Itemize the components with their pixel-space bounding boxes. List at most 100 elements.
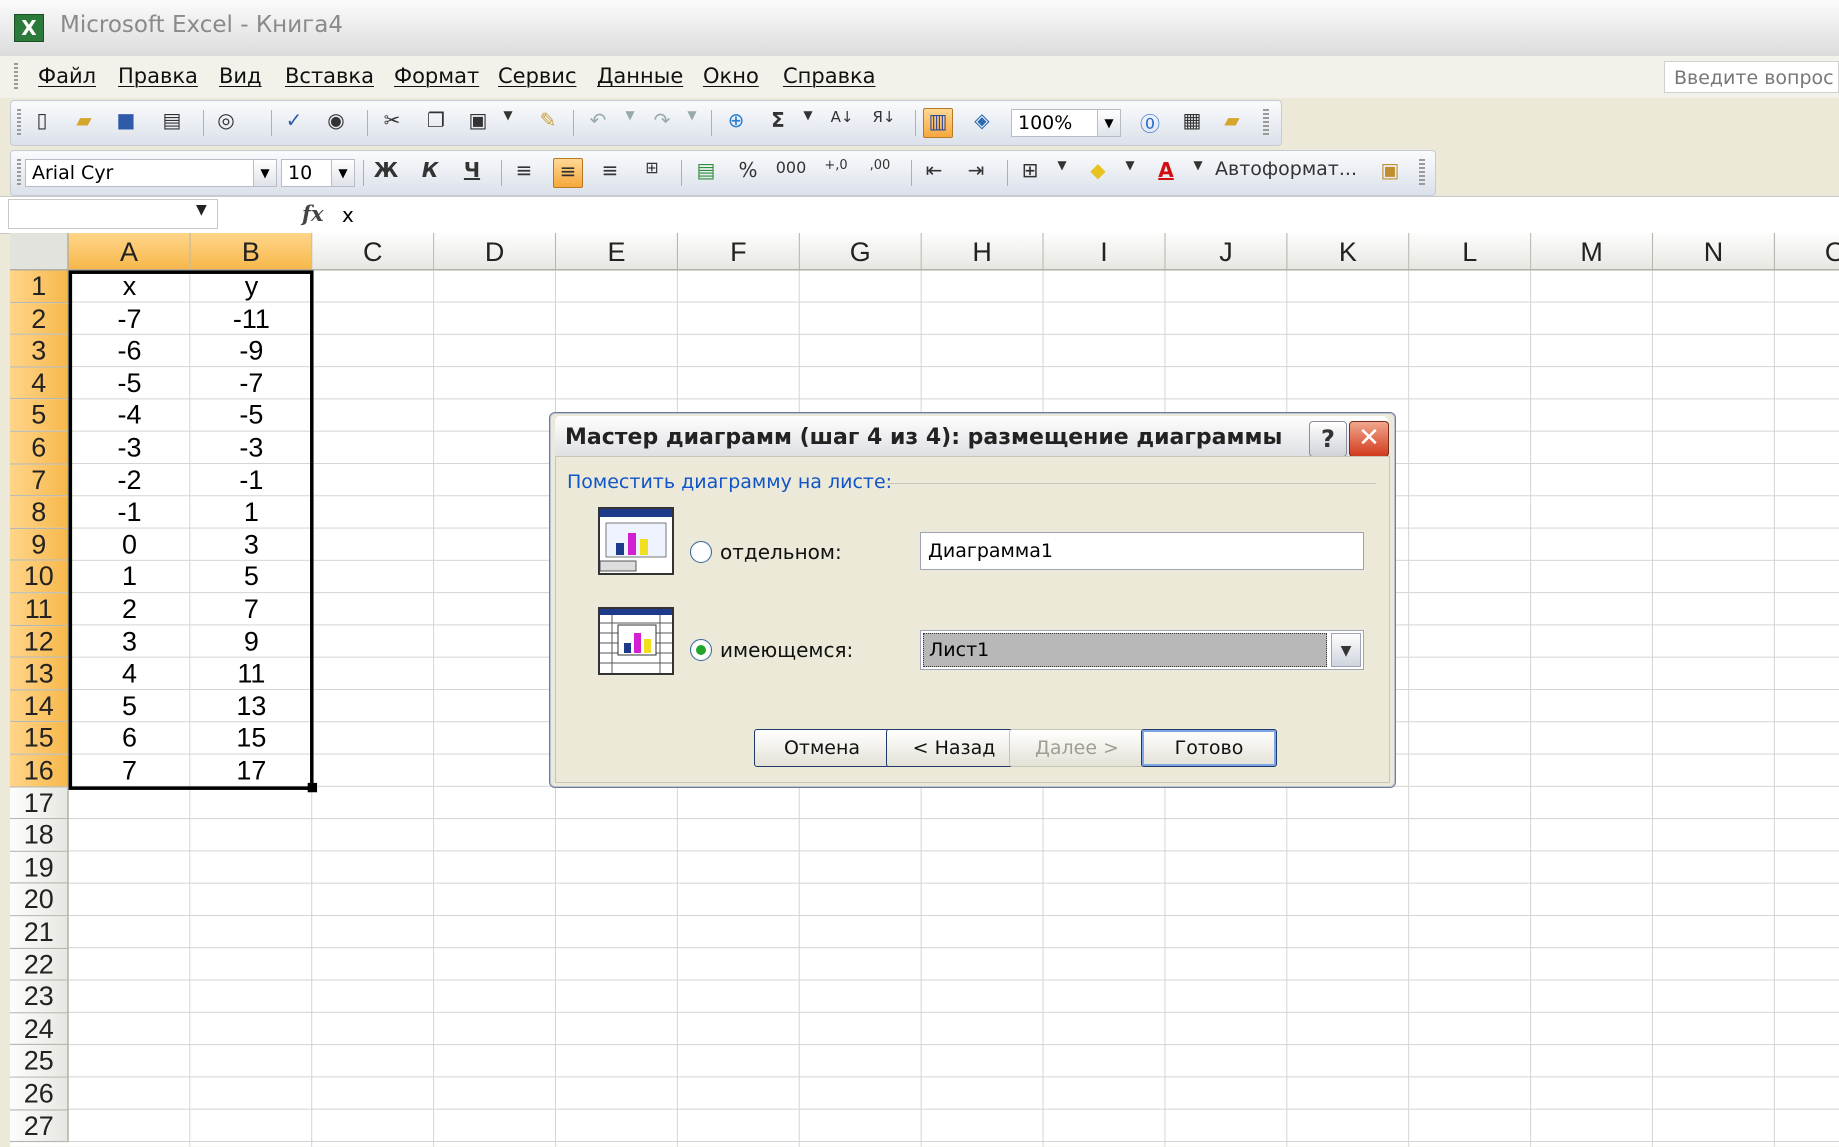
borders-icon[interactable]: ⊞	[1015, 158, 1045, 188]
copy-icon[interactable]: ❐	[421, 108, 451, 138]
row-header-19[interactable]: 19	[10, 851, 69, 884]
row-header-15[interactable]: 15	[10, 722, 69, 755]
row-header-22[interactable]: 22	[10, 948, 69, 981]
row-header-1[interactable]: 1	[10, 270, 69, 303]
underline-button[interactable]: Ч	[457, 158, 487, 188]
select-all-corner[interactable]	[10, 233, 69, 271]
row-header-14[interactable]: 14	[10, 690, 69, 723]
existing-sheet-label[interactable]: имеющемся:	[720, 638, 853, 662]
dialog-title-bar[interactable]: Мастер диаграмм (шаг 4 из 4): размещение…	[555, 416, 1389, 457]
paste-icon[interactable]: ▣	[463, 108, 493, 138]
menu-help[interactable]: Справка	[783, 64, 876, 88]
row-header-27[interactable]: 27	[10, 1110, 69, 1143]
new-icon[interactable]: ▯	[27, 108, 57, 138]
font-color-dropdown-icon[interactable]: ▼	[1183, 158, 1213, 188]
row-header-11[interactable]: 11	[10, 593, 69, 626]
align-left-icon[interactable]: ≡	[509, 158, 539, 188]
autoformat-button[interactable]: Автоформат...	[1215, 158, 1365, 188]
row-header-13[interactable]: 13	[10, 657, 69, 691]
chevron-down-icon[interactable]: ▼	[1331, 633, 1361, 667]
existing-sheet-select[interactable]: Лист1 ▼	[920, 630, 1364, 670]
increase-indent-icon[interactable]: ⇥	[961, 158, 991, 188]
row-header-2[interactable]: 2	[10, 302, 69, 336]
font-select[interactable]: Arial Cyr ▼	[25, 159, 277, 187]
redo-icon[interactable]: ↷	[647, 108, 677, 138]
redo-dropdown-icon[interactable]: ▼	[677, 108, 707, 138]
row-header-7[interactable]: 7	[10, 464, 69, 497]
open-icon[interactable]: ▰	[69, 108, 99, 138]
close-button[interactable]: ✕	[1349, 421, 1389, 457]
row-header-18[interactable]: 18	[10, 819, 69, 852]
menu-insert[interactable]: Вставка	[285, 64, 374, 88]
ask-question-input[interactable]: Введите вопрос	[1664, 61, 1839, 93]
toolbar-options-icon[interactable]	[1263, 109, 1269, 137]
drawing-icon[interactable]: ◈	[967, 108, 997, 138]
column-header-n[interactable]: N	[1653, 233, 1776, 271]
formula-input[interactable]: x	[342, 203, 354, 227]
row-header-20[interactable]: 20	[10, 883, 69, 917]
insert-function-icon[interactable]: fx	[302, 201, 324, 226]
print-preview-icon[interactable]: ◎	[211, 108, 241, 138]
calculator-icon[interactable]: ▦	[1177, 108, 1207, 138]
cancel-button[interactable]: Отмена	[754, 729, 890, 767]
column-header-e[interactable]: E	[556, 233, 679, 271]
save-icon[interactable]: ■	[111, 108, 141, 138]
chevron-down-icon[interactable]: ▼	[331, 160, 354, 186]
row-header-24[interactable]: 24	[10, 1013, 69, 1046]
cut-icon[interactable]: ✂	[377, 108, 407, 138]
chevron-down-icon[interactable]: ▼	[1097, 110, 1120, 136]
row-header-25[interactable]: 25	[10, 1045, 69, 1078]
italic-button[interactable]: К	[415, 158, 445, 188]
percent-button[interactable]: %	[733, 158, 763, 188]
help-icon[interactable]: ⓪	[1135, 108, 1165, 138]
column-header-f[interactable]: F	[678, 233, 800, 271]
menu-format[interactable]: Формат	[394, 64, 479, 88]
toolbar-grip-icon[interactable]	[17, 109, 21, 137]
column-header-b[interactable]: B	[190, 233, 313, 271]
column-header-c[interactable]: C	[312, 233, 435, 271]
finish-button[interactable]: Готово	[1141, 729, 1277, 767]
new-sheet-radio[interactable]	[690, 541, 712, 563]
align-right-icon[interactable]: ≡	[595, 158, 625, 188]
toolbar-grip-icon[interactable]	[17, 159, 21, 187]
zoom-select[interactable]: 100% ▼	[1011, 109, 1121, 137]
row-header-8[interactable]: 8	[10, 496, 69, 529]
row-header-26[interactable]: 26	[10, 1077, 69, 1111]
menu-file[interactable]: Файл	[38, 64, 96, 88]
fill-color-icon[interactable]: ◆	[1083, 158, 1113, 188]
name-box[interactable]	[8, 199, 218, 229]
column-header-a[interactable]: A	[68, 233, 191, 271]
font-color-icon[interactable]: A	[1151, 158, 1181, 188]
menu-view[interactable]: Вид	[219, 64, 262, 88]
row-header-3[interactable]: 3	[10, 335, 69, 368]
format-painter-icon[interactable]: ✎	[533, 108, 563, 138]
align-center-icon[interactable]: ≡	[553, 158, 583, 188]
menu-tools[interactable]: Сервис	[498, 64, 576, 88]
autosum-icon[interactable]: Σ	[763, 108, 793, 138]
increase-decimal-button[interactable]: +,0	[819, 158, 853, 188]
new-sheet-label[interactable]: отдельном:	[720, 540, 842, 564]
column-header-k[interactable]: K	[1287, 233, 1410, 271]
row-header-23[interactable]: 23	[10, 980, 69, 1014]
fill-color-dropdown-icon[interactable]: ▼	[1115, 158, 1145, 188]
menu-grip-icon[interactable]	[14, 63, 18, 91]
research-icon[interactable]: ◉	[321, 108, 351, 138]
thousands-button[interactable]: 000	[773, 158, 809, 188]
row-header-10[interactable]: 10	[10, 561, 69, 594]
row-header-21[interactable]: 21	[10, 916, 69, 949]
column-header-h[interactable]: H	[921, 233, 1044, 271]
column-header-m[interactable]: M	[1531, 233, 1654, 271]
row-header-6[interactable]: 6	[10, 431, 69, 465]
column-header-i[interactable]: I	[1043, 233, 1166, 271]
row-header-4[interactable]: 4	[10, 367, 69, 400]
fill-handle[interactable]	[307, 782, 318, 792]
font-size-select[interactable]: 10 ▼	[281, 159, 355, 187]
back-button[interactable]: < Назад	[886, 729, 1022, 767]
row-header-12[interactable]: 12	[10, 625, 69, 658]
toolbar-options-icon[interactable]	[1419, 159, 1425, 187]
menu-edit[interactable]: Правка	[118, 64, 198, 88]
merge-center-icon[interactable]: ⊞	[637, 158, 667, 188]
row-header-5[interactable]: 5	[10, 399, 69, 432]
print-icon[interactable]: ▤	[157, 108, 187, 138]
borders-dropdown-icon[interactable]: ▼	[1047, 158, 1077, 188]
